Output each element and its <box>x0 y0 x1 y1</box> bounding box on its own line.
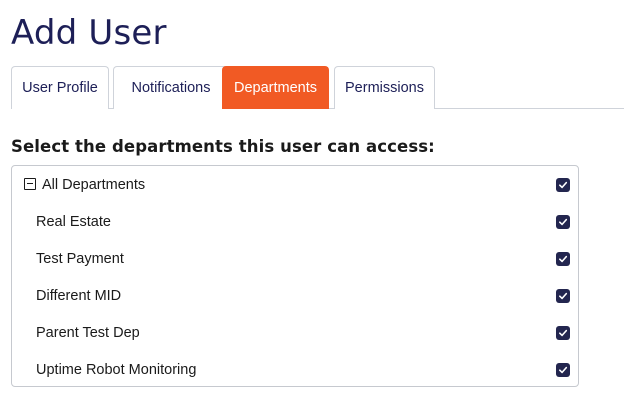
departments-heading: Select the departments this user can acc… <box>11 137 435 156</box>
department-label: Different MID <box>36 287 122 304</box>
department-row: Different MID <box>12 277 578 314</box>
checkmark-icon <box>559 329 568 337</box>
tab-departments[interactable]: Departments <box>222 66 329 109</box>
department-label: Test Payment <box>36 250 124 267</box>
department-label-all: All Departments <box>42 176 146 193</box>
department-row-all: All Departments <box>12 166 578 203</box>
checkmark-icon <box>559 292 568 300</box>
department-checkbox[interactable] <box>556 215 570 229</box>
department-label: Real Estate <box>36 213 111 230</box>
department-checkbox[interactable] <box>556 252 570 266</box>
tab-notifications[interactable]: Notifications <box>113 66 229 109</box>
department-row: Test Payment <box>12 240 578 277</box>
department-checkbox[interactable] <box>556 289 570 303</box>
checkmark-icon <box>559 181 568 189</box>
department-row: Uptime Robot Monitoring <box>12 351 578 388</box>
checkmark-icon <box>559 255 568 263</box>
department-row: Real Estate <box>12 203 578 240</box>
tab-permissions[interactable]: Permissions <box>334 66 435 109</box>
department-checkbox[interactable] <box>556 363 570 377</box>
department-row: Parent Test Dep <box>12 314 578 351</box>
department-checkbox-all[interactable] <box>556 178 570 192</box>
checkmark-icon <box>559 218 568 226</box>
department-label: Parent Test Dep <box>36 324 140 341</box>
collapse-icon[interactable] <box>24 178 36 190</box>
department-label: Uptime Robot Monitoring <box>36 361 197 378</box>
departments-list: All Departments Real Estate Test Payment… <box>11 165 579 387</box>
checkmark-icon <box>559 366 568 374</box>
department-checkbox[interactable] <box>556 326 570 340</box>
tab-bar: User Profile Notifications Departments P… <box>11 66 624 109</box>
tab-user-profile[interactable]: User Profile <box>11 66 109 109</box>
page-title: Add User <box>11 13 167 53</box>
